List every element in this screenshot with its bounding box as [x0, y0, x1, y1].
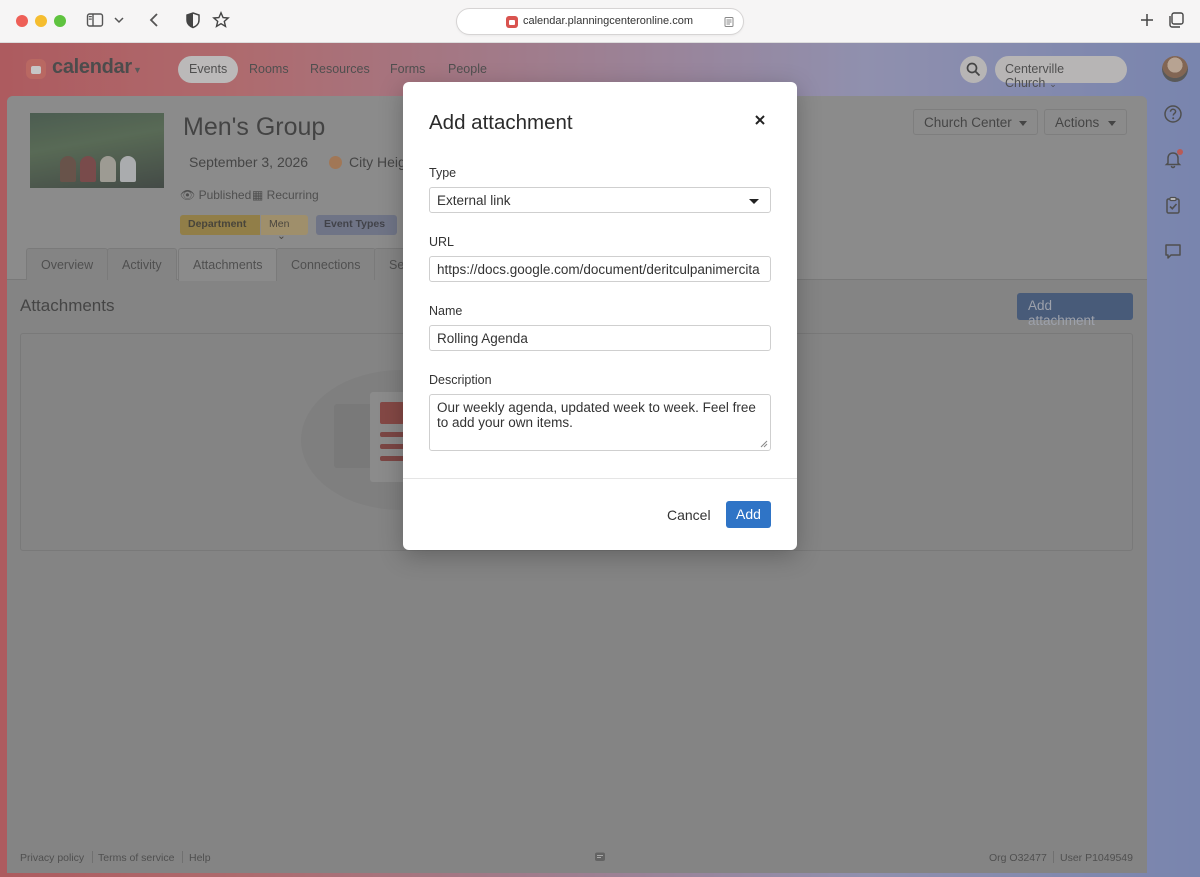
url-label: URL	[429, 235, 455, 249]
address-bar[interactable]: calendar.planningcenteronline.com	[456, 8, 744, 35]
url-input[interactable]: https://docs.google.com/document/deritcu…	[429, 256, 771, 282]
star-icon[interactable]	[212, 11, 234, 33]
close-window-button[interactable]	[16, 15, 28, 27]
type-value: External link	[437, 193, 511, 208]
address-text: calendar.planningcenteronline.com	[523, 15, 694, 27]
type-label: Type	[429, 166, 457, 180]
browser-toolbar: calendar.planningcenteronline.com	[0, 0, 1200, 43]
modal-divider	[403, 478, 797, 479]
chevron-down-icon[interactable]	[112, 13, 134, 35]
close-icon[interactable]	[752, 112, 768, 128]
back-icon[interactable]	[146, 11, 168, 33]
new-tab-icon[interactable]	[1138, 11, 1160, 33]
minimize-window-button[interactable]	[35, 15, 47, 27]
cancel-button[interactable]: Cancel	[657, 501, 721, 528]
add-attachment-modal: Add attachment Type External link URL ht…	[403, 82, 797, 550]
sidebar-toggle-icon[interactable]	[86, 11, 108, 33]
add-button[interactable]: Add	[726, 501, 771, 528]
zoom-window-button[interactable]	[54, 15, 66, 27]
calendar-favicon-icon	[506, 16, 518, 28]
tab-overview-icon[interactable]	[1167, 11, 1189, 33]
description-value: Our weekly agenda, updated week to week.…	[437, 400, 756, 430]
name-label: Name	[429, 304, 463, 318]
name-input[interactable]: Rolling Agenda	[429, 325, 771, 351]
reader-mode-icon[interactable]	[723, 16, 735, 28]
shield-icon[interactable]	[184, 11, 206, 33]
modal-title: Add attachment	[429, 111, 573, 134]
resize-handle-icon[interactable]	[760, 440, 768, 448]
description-textarea[interactable]: Our weekly agenda, updated week to week.…	[429, 394, 771, 451]
description-label: Description	[429, 373, 492, 387]
caret-down-icon	[749, 199, 759, 204]
type-select[interactable]: External link	[429, 187, 771, 213]
